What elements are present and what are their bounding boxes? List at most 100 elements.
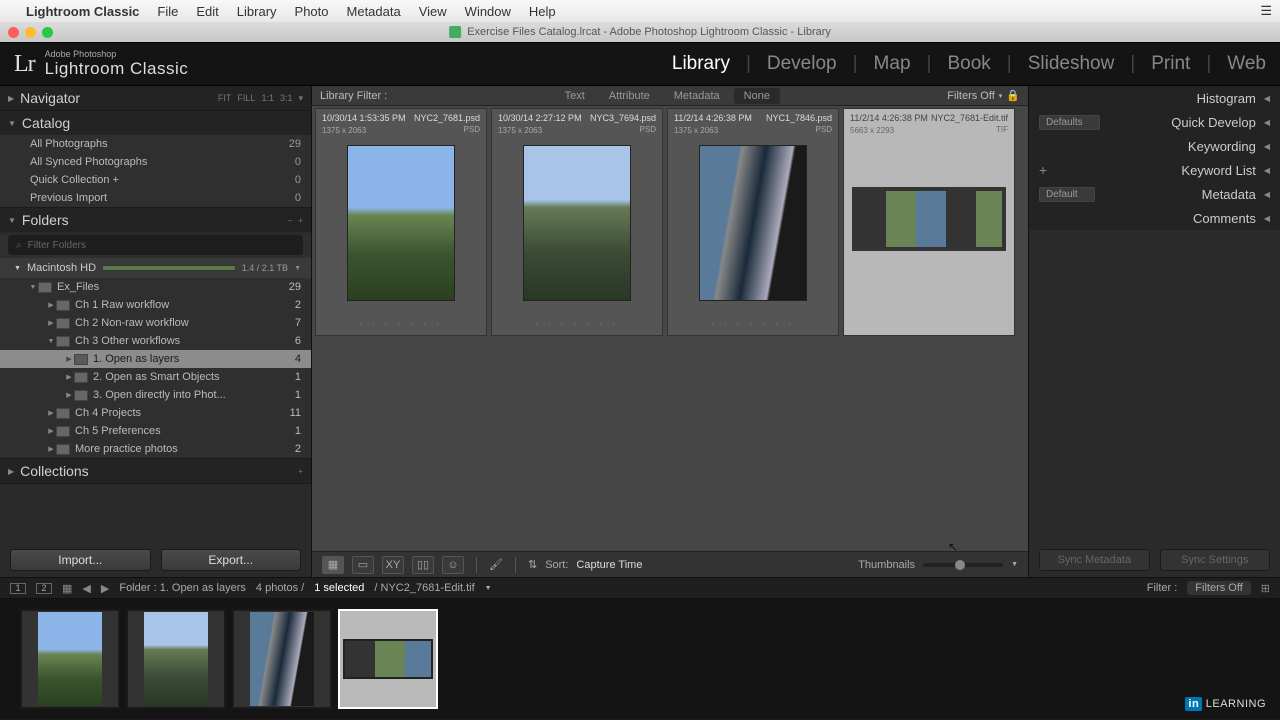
window-close-button[interactable] bbox=[8, 27, 19, 38]
folders-minus-icon[interactable]: − bbox=[288, 216, 293, 225]
grid-thumbnail[interactable]: 11/2/14 4:26:38 PM NYC2_7681-Edit.tif 56… bbox=[843, 108, 1015, 336]
filmstrip-thumb[interactable] bbox=[20, 609, 120, 709]
histogram-header[interactable]: Histogram ◀ bbox=[1029, 86, 1280, 110]
grid-view[interactable]: 10/30/14 1:53:35 PM NYC2_7681.psd 1375 x… bbox=[312, 106, 1028, 551]
menu-extras-icon[interactable]: ☰ bbox=[1260, 3, 1272, 19]
grid-thumbnail[interactable]: 10/30/14 1:53:35 PM NYC2_7681.psd 1375 x… bbox=[315, 108, 487, 336]
keyword-list-header[interactable]: + Keyword List ◀ bbox=[1029, 158, 1280, 182]
sort-direction-icon[interactable]: ⇅ bbox=[528, 558, 537, 571]
painter-tool-icon[interactable]: 🖌 bbox=[489, 558, 503, 571]
navigator-header[interactable]: ▶ Navigator FIT FILL 1:1 3:1 ▾ bbox=[0, 86, 311, 110]
volume-row[interactable]: ▼ Macintosh HD 1.4 / 2.1 TB ▼ bbox=[0, 258, 311, 278]
source-path[interactable]: Folder : 1. Open as layers bbox=[119, 582, 246, 594]
collections-plus-icon[interactable]: + bbox=[298, 467, 303, 476]
folder-row[interactable]: ▶Ch 4 Projects11 bbox=[0, 404, 311, 422]
export-button[interactable]: Export... bbox=[161, 549, 302, 571]
disclosure-icon[interactable]: ▶ bbox=[64, 391, 74, 399]
catalog-row[interactable]: All Photographs29 bbox=[0, 135, 311, 153]
module-map[interactable]: Map bbox=[874, 53, 911, 75]
filter-tab-attribute[interactable]: Attribute bbox=[599, 88, 660, 104]
metadata-preset-dropdown[interactable]: Default bbox=[1039, 187, 1095, 202]
people-view-button[interactable]: ☺ bbox=[442, 556, 464, 574]
disclosure-icon[interactable]: ▶ bbox=[46, 319, 56, 327]
nav-fit[interactable]: FIT bbox=[218, 93, 232, 104]
menu-photo[interactable]: Photo bbox=[295, 4, 329, 19]
folder-row[interactable]: ▼Ch 3 Other workflows6 bbox=[0, 332, 311, 350]
disclosure-icon[interactable]: ▶ bbox=[46, 445, 56, 453]
catalog-row[interactable]: Previous Import0 bbox=[0, 189, 311, 207]
grid-thumbnail[interactable]: 10/30/14 2:27:12 PM NYC3_7694.psd 1375 x… bbox=[491, 108, 663, 336]
grid-view-button[interactable]: ▦ bbox=[322, 556, 344, 574]
folder-row[interactable]: ▶1. Open as layers4 bbox=[0, 350, 311, 368]
fs-filter-value[interactable]: Filters Off bbox=[1187, 581, 1250, 595]
survey-view-button[interactable]: ▯▯ bbox=[412, 556, 434, 574]
menu-file[interactable]: File bbox=[157, 4, 178, 19]
module-print[interactable]: Print bbox=[1151, 53, 1190, 75]
sync-settings-button[interactable]: Sync Settings bbox=[1160, 549, 1271, 571]
menu-library[interactable]: Library bbox=[237, 4, 277, 19]
import-button[interactable]: Import... bbox=[10, 549, 151, 571]
source-dropdown-icon[interactable]: ▼ bbox=[485, 585, 492, 592]
filter-tab-none[interactable]: None bbox=[734, 88, 780, 104]
disclosure-icon[interactable]: ▶ bbox=[64, 355, 74, 363]
sync-metadata-button[interactable]: Sync Metadata bbox=[1039, 549, 1150, 571]
keyword-list-plus-icon[interactable]: + bbox=[1039, 162, 1047, 178]
disclosure-icon[interactable]: ▶ bbox=[46, 409, 56, 417]
module-book[interactable]: Book bbox=[947, 53, 990, 75]
metadata-header[interactable]: Default Metadata ◀ bbox=[1029, 182, 1280, 206]
keywording-header[interactable]: Keywording ◀ bbox=[1029, 134, 1280, 158]
filter-lock-icon[interactable]: 🔒 bbox=[1006, 89, 1020, 102]
fs-filter-switch-icon[interactable]: ⊞ bbox=[1261, 582, 1270, 595]
nav-1to1[interactable]: 1:1 bbox=[261, 93, 274, 104]
module-library[interactable]: Library bbox=[672, 53, 730, 75]
nav-back-icon[interactable]: ◀ bbox=[82, 582, 90, 595]
menu-help[interactable]: Help bbox=[529, 4, 556, 19]
disclosure-icon[interactable]: ▼ bbox=[28, 284, 38, 291]
nav-3to1[interactable]: 3:1 bbox=[280, 93, 293, 104]
nav-forward-icon[interactable]: ▶ bbox=[101, 582, 109, 595]
folders-plus-icon[interactable]: + bbox=[298, 216, 303, 225]
folder-row[interactable]: ▶2. Open as Smart Objects1 bbox=[0, 368, 311, 386]
module-web[interactable]: Web bbox=[1227, 53, 1266, 75]
folders-header[interactable]: ▼ Folders − + bbox=[0, 208, 311, 232]
quick-develop-preset-dropdown[interactable]: Defaults bbox=[1039, 115, 1100, 130]
catalog-row[interactable]: All Synced Photographs0 bbox=[0, 153, 311, 171]
folder-row[interactable]: ▶More practice photos2 bbox=[0, 440, 311, 458]
menu-edit[interactable]: Edit bbox=[196, 4, 218, 19]
catalog-row[interactable]: Quick Collection +0 bbox=[0, 171, 311, 189]
filter-tab-text[interactable]: Text bbox=[555, 88, 595, 104]
toolbar-menu-icon[interactable]: ▼ bbox=[1011, 561, 1018, 568]
folder-filter-input[interactable]: ⌕ Filter Folders bbox=[8, 235, 303, 255]
filmstrip[interactable] bbox=[0, 599, 1280, 719]
filmstrip-thumb[interactable] bbox=[338, 609, 438, 709]
window-minimize-button[interactable] bbox=[25, 27, 36, 38]
filter-dropdown-icon[interactable]: ▾ bbox=[999, 92, 1003, 100]
window-zoom-button[interactable] bbox=[42, 27, 53, 38]
compare-view-button[interactable]: XY bbox=[382, 556, 404, 574]
loupe-view-button[interactable]: ▭ bbox=[352, 556, 374, 574]
disclosure-icon[interactable]: ▶ bbox=[46, 301, 56, 309]
filmstrip-thumb[interactable] bbox=[126, 609, 226, 709]
filters-off-label[interactable]: Filters Off bbox=[947, 90, 994, 102]
folder-row[interactable]: ▶Ch 2 Non-raw workflow7 bbox=[0, 314, 311, 332]
menu-window[interactable]: Window bbox=[465, 4, 511, 19]
grid-thumbnail[interactable]: 11/2/14 4:26:38 PM NYC1_7846.psd 1375 x … bbox=[667, 108, 839, 336]
disclosure-icon[interactable]: ▶ bbox=[64, 373, 74, 381]
nav-fill[interactable]: FILL bbox=[237, 93, 255, 104]
filter-tab-metadata[interactable]: Metadata bbox=[664, 88, 730, 104]
app-menu[interactable]: Lightroom Classic bbox=[26, 4, 139, 19]
folder-row[interactable]: ▼Ex_Files29 bbox=[0, 278, 311, 296]
comments-header[interactable]: Comments ◀ bbox=[1029, 206, 1280, 230]
quick-develop-header[interactable]: Defaults Quick Develop ◀ bbox=[1029, 110, 1280, 134]
filmstrip-thumb[interactable] bbox=[232, 609, 332, 709]
catalog-header[interactable]: ▼ Catalog bbox=[0, 111, 311, 135]
disclosure-icon[interactable]: ▶ bbox=[46, 427, 56, 435]
thumbnail-size-slider[interactable] bbox=[923, 563, 1003, 567]
nav-zoom-dropdown-icon[interactable]: ▾ bbox=[298, 93, 303, 104]
module-slideshow[interactable]: Slideshow bbox=[1028, 53, 1115, 75]
menu-metadata[interactable]: Metadata bbox=[347, 4, 401, 19]
sort-value[interactable]: Capture Time bbox=[576, 559, 642, 571]
grid-jump-icon[interactable]: ▦ bbox=[62, 582, 72, 595]
folder-row[interactable]: ▶Ch 1 Raw workflow2 bbox=[0, 296, 311, 314]
module-develop[interactable]: Develop bbox=[767, 53, 837, 75]
